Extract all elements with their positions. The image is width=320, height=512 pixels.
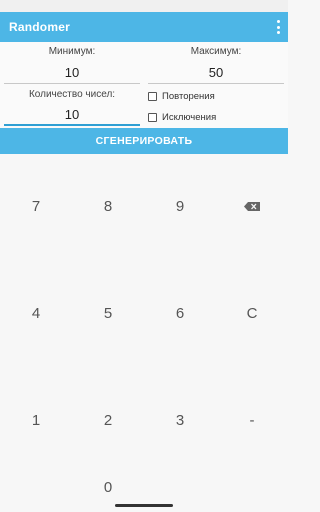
key-1[interactable]: 1: [0, 400, 72, 440]
key-5[interactable]: 5: [72, 293, 144, 333]
key-6[interactable]: 6: [144, 293, 216, 333]
key-9[interactable]: 9: [144, 186, 216, 226]
count-input[interactable]: 10: [4, 104, 140, 126]
min-label: Минимум:: [48, 46, 96, 57]
repeats-label: Повторения: [162, 91, 215, 102]
overflow-menu-icon[interactable]: [275, 20, 281, 34]
key-7[interactable]: 7: [0, 186, 72, 226]
exclusions-label: Исключения: [162, 112, 217, 123]
app-title: Randomer: [9, 20, 70, 34]
repeats-checkbox[interactable]: Повторения: [148, 91, 215, 102]
key-8[interactable]: 8: [72, 186, 144, 226]
status-bar: [0, 0, 288, 12]
key-2[interactable]: 2: [72, 400, 144, 440]
gesture-nav-bar[interactable]: [115, 504, 173, 507]
exclusions-checkbox-box[interactable]: [148, 113, 157, 122]
max-label: Максимум:: [190, 46, 242, 57]
max-input[interactable]: 50: [148, 62, 284, 84]
settings-form: Минимум: 10 Максимум: 50 Количество чисе…: [0, 42, 288, 128]
key-0[interactable]: 0: [72, 467, 144, 507]
app-bar: Randomer: [0, 12, 288, 42]
clear-key[interactable]: C: [216, 293, 288, 333]
key-4[interactable]: 4: [0, 293, 72, 333]
minus-key[interactable]: -: [216, 400, 288, 440]
keypad: 7 8 9 4 5 6 C 1 2 3 - 0: [0, 154, 288, 512]
key-3[interactable]: 3: [144, 400, 216, 440]
backspace-icon: [244, 201, 260, 211]
exclusions-checkbox[interactable]: Исключения: [148, 112, 216, 123]
backspace-key[interactable]: [216, 186, 288, 226]
repeats-checkbox-box[interactable]: [148, 92, 157, 101]
generate-button[interactable]: СГЕНЕРИРОВАТЬ: [0, 128, 288, 154]
count-label: Количество чисел:: [28, 89, 116, 100]
min-input[interactable]: 10: [4, 62, 140, 84]
